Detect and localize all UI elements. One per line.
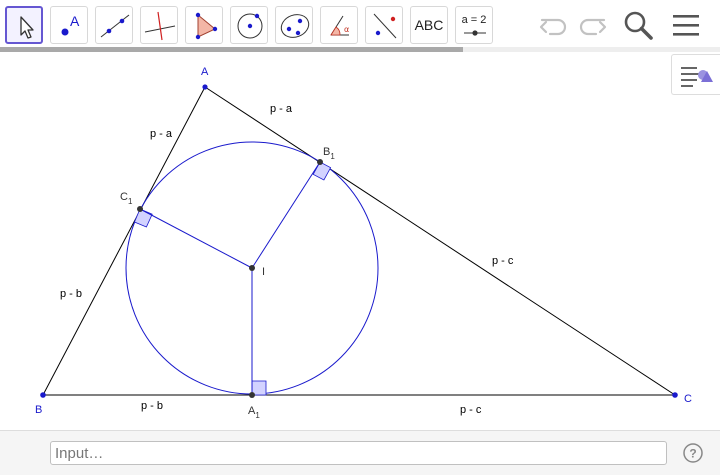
arrow-pointer-icon [20,16,34,39]
perpendicular-line-tool-button[interactable] [140,6,178,44]
redo-icon [579,18,607,36]
point-tool-button[interactable]: A [50,6,88,44]
point-a[interactable] [202,84,208,90]
move-tool-button[interactable] [5,6,43,44]
label-segment-ca1: p - c [460,404,482,416]
circle-with-center-icon [237,13,263,39]
toolbar: A α ABC a = 2 [0,0,720,48]
point-tool-label: A [70,13,80,29]
search-button[interactable] [620,8,656,49]
label-a1: A1 [248,405,260,420]
slider-tool-button[interactable]: a = 2 [455,6,493,44]
style-bar-toggle-button[interactable] [671,54,720,95]
ellipse-icon [280,14,310,38]
text-tool-button[interactable]: ABC [410,6,448,44]
undo-icon [539,18,567,36]
right-angle-marker-b1 [312,161,332,181]
menu-icon [673,15,699,36]
help-icon[interactable]: ? [682,442,704,464]
svg-text:α: α [344,25,349,34]
side-ab[interactable] [42,86,206,396]
label-segment-ab1: p - a [270,103,293,115]
label-segment-ac1: p - a [150,128,173,140]
reflect-tool-button[interactable] [365,6,403,44]
algebra-input[interactable] [50,441,667,465]
line-through-two-points-icon [100,14,130,38]
label-a: A [201,66,209,78]
label-c1: C1 [120,191,133,206]
label-i: I [262,266,265,278]
side-ac[interactable] [204,86,676,396]
polygon-icon [195,12,218,40]
label-segment-cb1: p - c [492,255,514,267]
label-b: B [35,404,42,416]
perpendicular-line-icon [144,11,176,41]
text-icon: ABC [414,17,444,33]
undo-button[interactable] [536,10,572,47]
line-tool-button[interactable] [95,6,133,44]
style-bar-toggle-icon [681,67,713,87]
polygon-tool-button[interactable] [185,6,223,44]
svg-text:?: ? [689,447,696,461]
angle-icon: α [330,15,349,36]
right-angle-marker-c1 [133,208,153,228]
label-segment-bc1: p - b [60,288,82,300]
graphics-view[interactable]: A B C I A1 B1 C1 p - a p - a p - b p - b… [0,52,720,430]
label-c: C [684,393,692,405]
angle-tool-button[interactable]: α [320,6,358,44]
point-c1[interactable] [137,206,143,212]
point-b1[interactable] [317,159,323,165]
label-segment-ba1: p - b [141,400,163,412]
point-c[interactable] [672,392,678,398]
point-a1[interactable] [249,392,255,398]
main-menu-button[interactable] [670,10,702,47]
radius-ic1[interactable] [139,208,253,269]
point-b[interactable] [40,392,46,398]
ellipse-tool-button[interactable] [275,6,313,44]
slider-icon [464,30,486,36]
circle-tool-button[interactable] [230,6,268,44]
redo-button[interactable] [574,10,610,47]
search-icon [624,11,653,40]
algebra-input-bar: ? [0,430,720,475]
point-i[interactable] [249,265,255,271]
radius-ib1[interactable] [251,161,321,269]
label-b1: B1 [323,146,335,161]
reflect-about-line-icon [373,13,397,39]
